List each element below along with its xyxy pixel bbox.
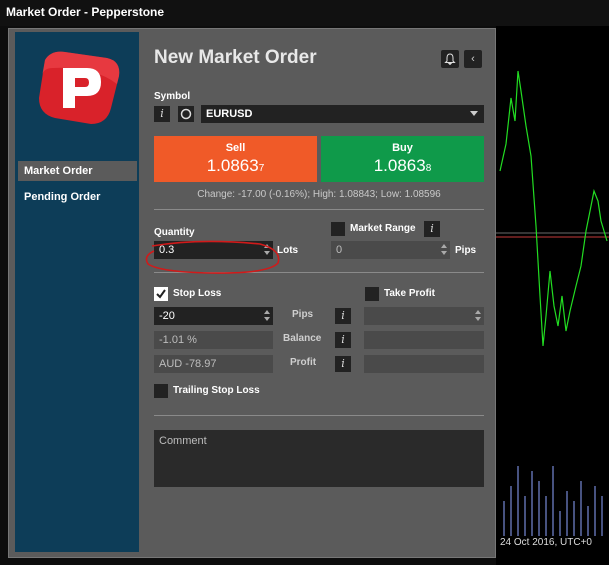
take-profit-balance-field (364, 331, 484, 349)
sell-button[interactable]: Sell 1.08637 (154, 136, 317, 182)
profit-info-icon[interactable]: i (335, 356, 351, 372)
window-title: Market Order - Pepperstone (0, 0, 609, 26)
take-profit-checkbox[interactable] (365, 287, 379, 301)
symbol-info-icon[interactable]: i (154, 106, 170, 122)
comment-textarea[interactable]: Comment (154, 430, 484, 487)
sell-price: 1.0863 (206, 156, 259, 175)
sell-label: Sell (225, 142, 246, 154)
pips-info-icon[interactable]: i (335, 308, 351, 324)
pips-label: Pips (455, 245, 477, 256)
increment-icon (441, 244, 447, 248)
buy-price: 1.0863 (373, 156, 426, 175)
symbol-value: EURUSD (206, 108, 253, 120)
check-icon (156, 289, 166, 299)
increment-icon (264, 310, 270, 314)
chart-date-label: 24 Oct 2016, UTC+0 (500, 537, 592, 548)
market-range-input[interactable]: 0 (331, 241, 450, 259)
page-title: New Market Order (154, 47, 317, 68)
pips-row-label: Pips (292, 309, 314, 320)
decrement-icon (475, 317, 481, 321)
bell-icon[interactable] (441, 50, 459, 68)
order-type-sidebar: Market Order Pending Order (15, 32, 139, 552)
profit-row-label: Profit (290, 357, 317, 368)
sidebar-item-pending-order[interactable]: Pending Order (18, 187, 137, 207)
decrement-icon (264, 317, 270, 321)
sell-price-pipette: 7 (258, 163, 265, 174)
sidebar-item-market-order[interactable]: Market Order (18, 161, 137, 181)
pepperstone-logo (39, 51, 120, 124)
balance-info-icon[interactable]: i (335, 332, 351, 348)
symbol-select[interactable]: EURUSD (201, 105, 484, 123)
decrement-icon (441, 251, 447, 255)
stop-loss-balance-value: -1.01 % (159, 334, 197, 346)
comment-placeholder: Comment (159, 435, 207, 447)
symbol-circle-icon[interactable] (178, 106, 194, 122)
stop-loss-profit-value: AUD -78.97 (159, 358, 217, 370)
increment-icon (475, 310, 481, 314)
buy-price-pipette: 8 (425, 163, 432, 174)
trailing-stop-loss-label: Trailing Stop Loss (173, 385, 260, 396)
annotation-circle (145, 240, 280, 274)
stop-loss-pips-value: -20 (159, 310, 175, 322)
take-profit-label: Take Profit (384, 288, 435, 299)
stop-loss-label: Stop Loss (173, 288, 222, 299)
price-chart (496, 70, 609, 536)
market-range-checkbox[interactable] (331, 222, 345, 236)
buy-label: Buy (392, 142, 413, 154)
order-form: New Market Order ‹ Symbol i EURUSD Sell … (149, 29, 489, 557)
stop-loss-pips-input[interactable]: -20 (154, 307, 273, 325)
market-info-line: Change: -17.00 (-0.16%); High: 1.08843; … (197, 189, 441, 200)
buy-button[interactable]: Buy 1.08638 (321, 136, 484, 182)
balance-row-label: Balance (283, 333, 322, 344)
collapse-chevron-icon[interactable]: ‹ (464, 50, 482, 68)
symbol-label: Symbol (154, 91, 191, 102)
market-range-value: 0 (336, 244, 343, 256)
stop-loss-profit-field: AUD -78.97 (154, 355, 273, 373)
market-range-info-icon[interactable]: i (424, 221, 440, 237)
market-order-dialog: Market Order Pending Order New Market Or… (8, 28, 496, 558)
divider (154, 209, 484, 210)
take-profit-profit-field (364, 355, 484, 373)
take-profit-pips-input[interactable] (364, 307, 484, 325)
chevron-down-icon (470, 111, 478, 116)
stop-loss-balance-field: -1.01 % (154, 331, 273, 349)
market-range-label: Market Range (350, 223, 416, 234)
divider (154, 415, 484, 416)
stop-loss-checkbox[interactable] (154, 287, 168, 301)
trailing-stop-loss-checkbox[interactable] (154, 384, 168, 398)
